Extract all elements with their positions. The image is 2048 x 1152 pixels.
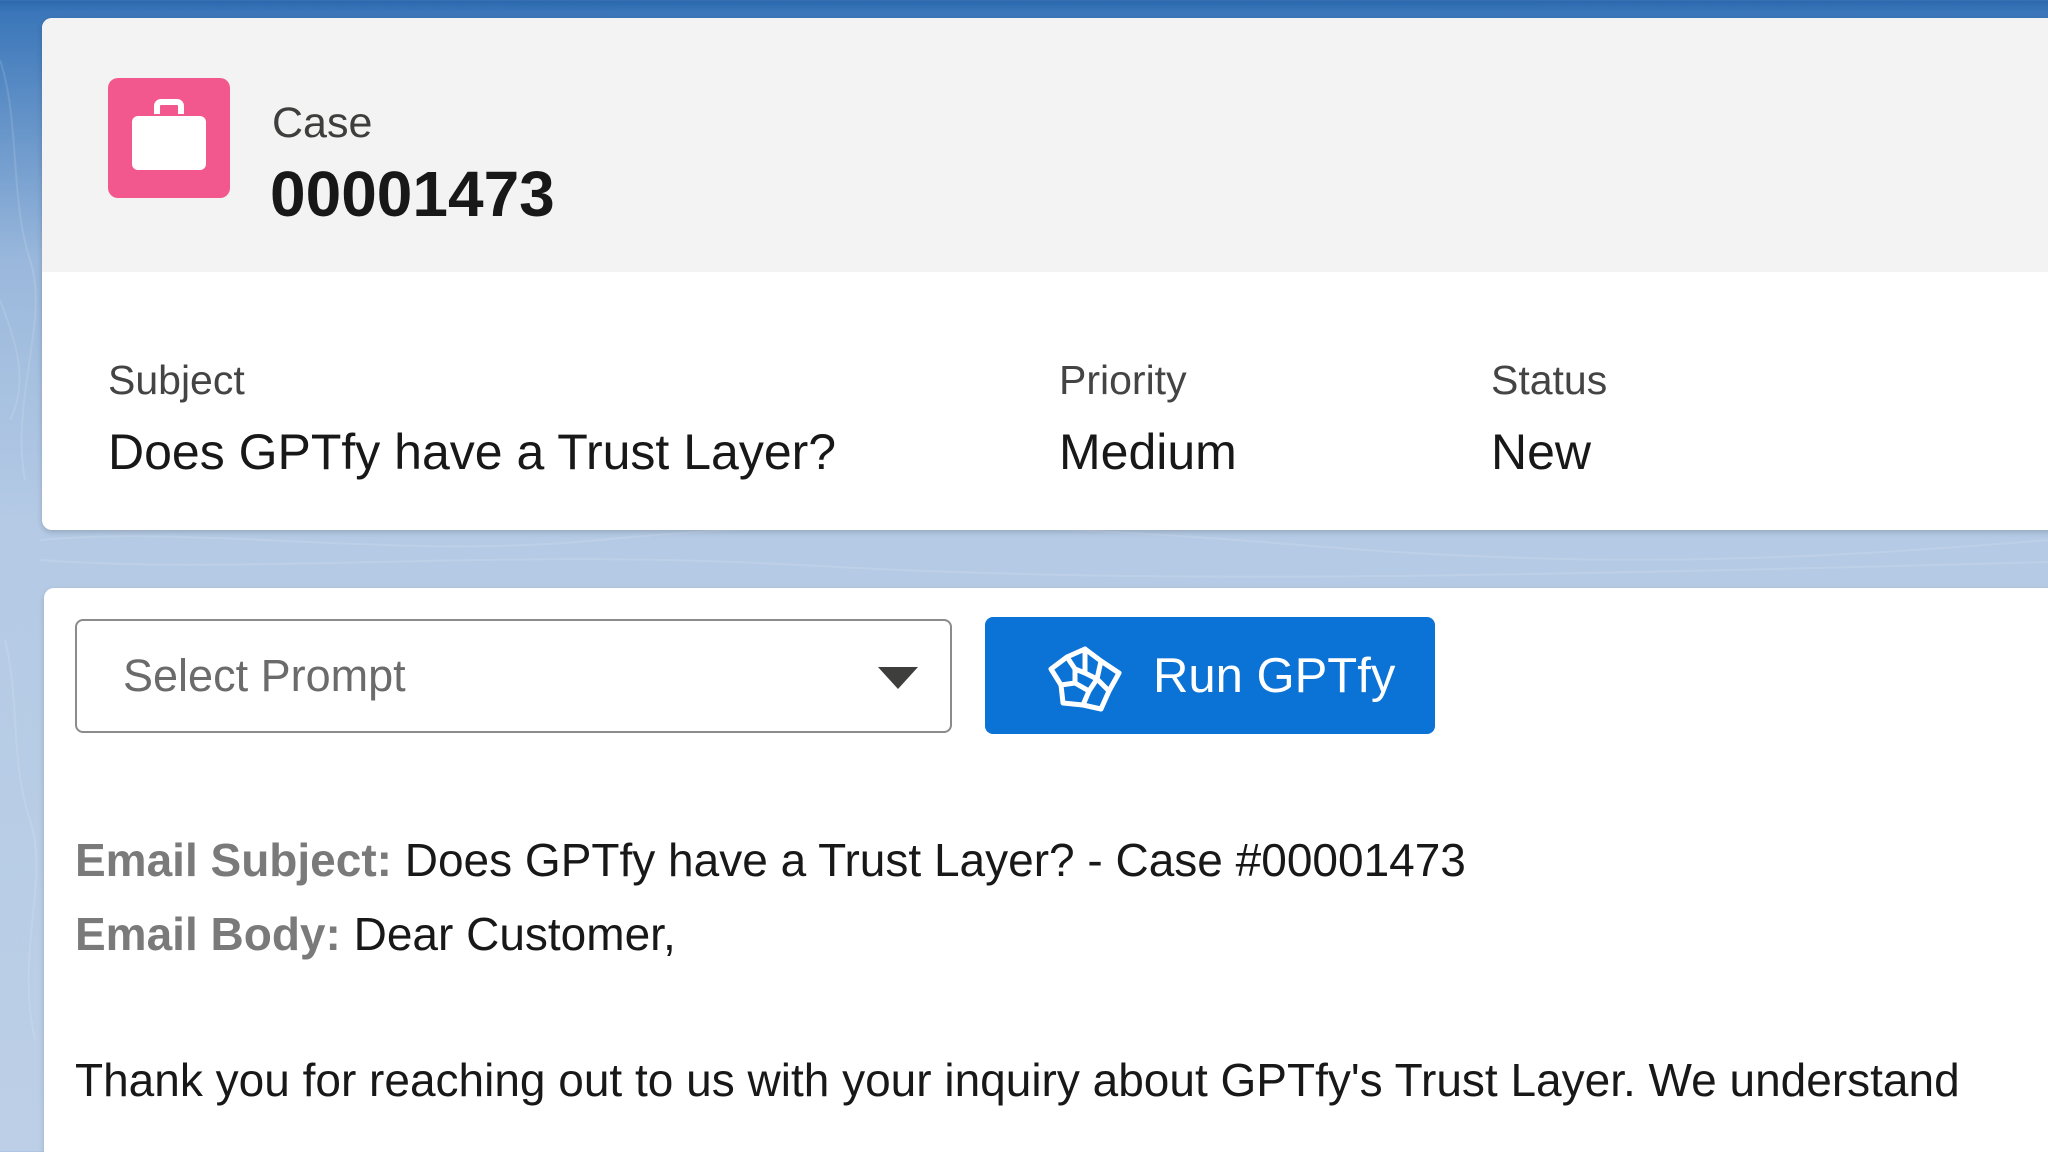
record-header-card: Case 00001473 Subject Does GPTfy have a … [42, 18, 2048, 530]
priority-label: Priority [1059, 357, 1187, 403]
subject-label: Subject [108, 357, 245, 403]
email-body-line: Email Body: Dear Customer, [75, 906, 676, 962]
email-body-key: Email Body: [75, 908, 341, 960]
chevron-down-icon [878, 667, 918, 689]
subject-value: Does GPTfy have a Trust Layer? [108, 424, 837, 480]
status-label: Status [1491, 357, 1608, 403]
record-title-area: Case 00001473 [42, 18, 2048, 272]
object-type-label: Case [272, 99, 373, 147]
email-subject-key: Email Subject: [75, 834, 392, 886]
email-body-greeting: Dear Customer, [353, 908, 676, 960]
gptfy-panel: Select Prompt Run GPTfy Email Subject: D… [44, 588, 2048, 1152]
priority-value: Medium [1059, 424, 1237, 480]
email-subject-line: Email Subject: Does GPTfy have a Trust L… [75, 832, 1466, 888]
run-gptfy-button[interactable]: Run GPTfy [985, 617, 1435, 734]
email-body-paragraph: Thank you for reaching out to us with yo… [75, 1054, 1960, 1106]
run-gptfy-label: Run GPTfy [1153, 649, 1396, 703]
select-prompt-dropdown[interactable]: Select Prompt [75, 619, 952, 733]
status-value: New [1491, 424, 1592, 480]
case-number-title: 00001473 [270, 158, 555, 230]
email-subject-value: Does GPTfy have a Trust Layer? - Case #0… [404, 834, 1466, 886]
briefcase-icon [108, 78, 230, 198]
gptfy-spark-icon [1048, 646, 1122, 712]
select-prompt-placeholder: Select Prompt [123, 650, 406, 701]
